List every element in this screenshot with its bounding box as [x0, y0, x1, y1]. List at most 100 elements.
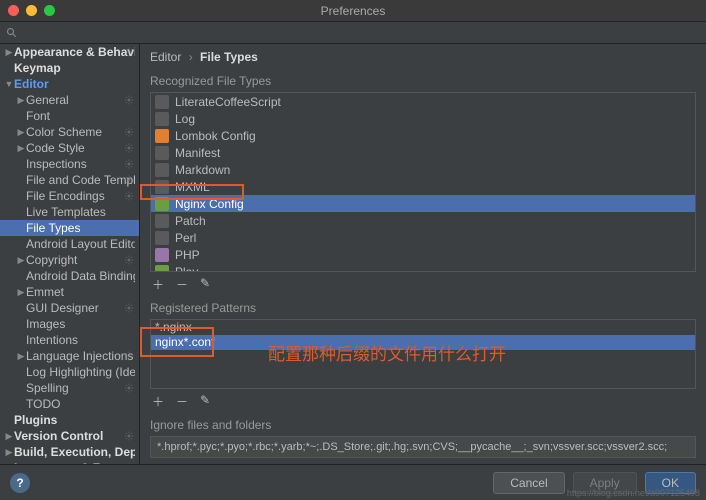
file-type-icon — [155, 112, 169, 126]
file-type-icon — [155, 197, 169, 211]
remove-icon[interactable]: － — [176, 276, 188, 293]
sidebar-item-appearance-behavior[interactable]: ▶Appearance & Behavior — [0, 44, 139, 60]
edit-icon[interactable]: ✎ — [200, 276, 210, 293]
file-type-name: Play — [175, 265, 198, 272]
sidebar-item-label: Appearance & Behavior — [14, 45, 135, 59]
sidebar-item-label: Copyright — [26, 253, 135, 267]
sidebar-item-editor[interactable]: ▼Editor — [0, 76, 139, 92]
maximize-icon[interactable] — [44, 5, 55, 16]
sidebar-item-copyright[interactable]: ▶Copyright — [0, 252, 139, 268]
gear-icon — [123, 94, 135, 106]
sidebar-item-todo[interactable]: TODO — [0, 396, 139, 412]
add-icon[interactable]: ＋ — [152, 393, 164, 410]
pattern-row[interactable]: *.nginx — [151, 320, 695, 335]
gear-icon — [123, 350, 135, 362]
gear-icon — [123, 46, 135, 58]
search-bar[interactable] — [0, 22, 706, 44]
file-type-icon — [155, 146, 169, 160]
sidebar-item-color-scheme[interactable]: ▶Color Scheme — [0, 124, 139, 140]
sidebar-item-plugins[interactable]: Plugins — [0, 412, 139, 428]
sidebar-item-label: Keymap — [14, 61, 135, 75]
edit-icon[interactable]: ✎ — [200, 393, 210, 410]
cancel-button[interactable]: Cancel — [493, 472, 564, 494]
file-type-icon — [155, 129, 169, 143]
sidebar-item-live-templates[interactable]: Live Templates — [0, 204, 139, 220]
file-type-row[interactable]: MXML — [151, 178, 695, 195]
file-types-toolbar: ＋ － ✎ — [150, 272, 696, 297]
sidebar-item-file-and-code-templates[interactable]: File and Code Templates — [0, 172, 139, 188]
expand-icon: ▶ — [16, 143, 26, 154]
gear-icon — [123, 302, 135, 314]
file-type-row[interactable]: Lombok Config — [151, 127, 695, 144]
file-type-icon — [155, 248, 169, 262]
settings-tree[interactable]: ▶Appearance & BehaviorKeymap▼Editor▶Gene… — [0, 44, 140, 464]
sidebar-item-general[interactable]: ▶General — [0, 92, 139, 108]
sidebar-item-language-injections[interactable]: ▶Language Injections — [0, 348, 139, 364]
sidebar-item-label: Intentions — [26, 333, 135, 347]
expand-icon: ▶ — [4, 47, 14, 58]
file-type-icon — [155, 265, 169, 272]
sidebar-item-font[interactable]: Font — [0, 108, 139, 124]
sidebar-item-android-data-binding[interactable]: Android Data Binding — [0, 268, 139, 284]
file-type-row[interactable]: Log — [151, 110, 695, 127]
gear-icon — [123, 142, 135, 154]
sidebar-item-label: GUI Designer — [26, 301, 135, 315]
file-type-name: Patch — [175, 214, 206, 228]
file-type-row[interactable]: LiterateCoffeeScript — [151, 93, 695, 110]
sidebar-item-label: Version Control — [14, 429, 135, 443]
sidebar-item-label: Inspections — [26, 157, 135, 171]
sidebar-item-images[interactable]: Images — [0, 316, 139, 332]
sidebar-item-keymap[interactable]: Keymap — [0, 60, 139, 76]
sidebar-item-code-style[interactable]: ▶Code Style — [0, 140, 139, 156]
help-icon[interactable]: ? — [10, 473, 30, 493]
add-icon[interactable]: ＋ — [152, 276, 164, 293]
expand-icon: ▶ — [16, 287, 26, 298]
sidebar-item-version-control[interactable]: ▶Version Control — [0, 428, 139, 444]
file-type-row[interactable]: Perl — [151, 229, 695, 246]
file-type-icon — [155, 180, 169, 194]
breadcrumb-parent[interactable]: Editor — [150, 50, 181, 64]
expand-icon: ▼ — [4, 79, 14, 89]
sidebar-item-label: Code Style — [26, 141, 135, 155]
gear-icon — [123, 254, 135, 266]
file-type-name: LiterateCoffeeScript — [175, 95, 281, 109]
ignore-input[interactable] — [150, 436, 696, 458]
file-type-row[interactable]: PHP — [151, 246, 695, 263]
sidebar-item-gui-designer[interactable]: GUI Designer — [0, 300, 139, 316]
sidebar-item-emmet[interactable]: ▶Emmet — [0, 284, 139, 300]
sidebar-item-build-execution-deployment[interactable]: ▶Build, Execution, Deployment — [0, 444, 139, 460]
sidebar-item-label: TODO — [26, 397, 135, 411]
sidebar-item-label: Font — [26, 109, 135, 123]
minimize-icon[interactable] — [26, 5, 37, 16]
sidebar-item-file-types[interactable]: File Types — [0, 220, 139, 236]
chevron-right-icon: › — [189, 50, 193, 64]
gear-icon — [123, 430, 135, 442]
file-types-list[interactable]: LiterateCoffeeScriptLogLombok ConfigMani… — [150, 92, 696, 272]
expand-icon: ▶ — [16, 95, 26, 106]
sidebar-item-label: Plugins — [14, 413, 135, 427]
breadcrumb: Editor › File Types — [150, 50, 696, 64]
remove-icon[interactable]: － — [176, 393, 188, 410]
sidebar-item-label: Android Data Binding — [26, 269, 135, 283]
content-panel: Editor › File Types Recognized File Type… — [140, 44, 706, 464]
sidebar-item-spelling[interactable]: Spelling — [0, 380, 139, 396]
expand-icon: ▶ — [16, 255, 26, 266]
window-controls — [8, 5, 55, 16]
sidebar-item-label: Images — [26, 317, 135, 331]
sidebar-item-label: Build, Execution, Deployment — [14, 445, 135, 459]
sidebar-item-log-highlighting-ideolog-[interactable]: Log Highlighting (Ideolog) — [0, 364, 139, 380]
sidebar-item-intentions[interactable]: Intentions — [0, 332, 139, 348]
sidebar-item-android-layout-editor[interactable]: Android Layout Editor — [0, 236, 139, 252]
file-type-row[interactable]: Patch — [151, 212, 695, 229]
file-type-row[interactable]: Markdown — [151, 161, 695, 178]
file-type-row[interactable]: Nginx Config — [151, 195, 695, 212]
sidebar-item-label: Color Scheme — [26, 125, 135, 139]
close-icon[interactable] — [8, 5, 19, 16]
file-type-name: PHP — [175, 248, 200, 262]
file-type-row[interactable]: Play — [151, 263, 695, 272]
sidebar-item-inspections[interactable]: Inspections — [0, 156, 139, 172]
sidebar-item-label: General — [26, 93, 135, 107]
search-input[interactable] — [22, 26, 700, 40]
sidebar-item-file-encodings[interactable]: File Encodings — [0, 188, 139, 204]
file-type-row[interactable]: Manifest — [151, 144, 695, 161]
